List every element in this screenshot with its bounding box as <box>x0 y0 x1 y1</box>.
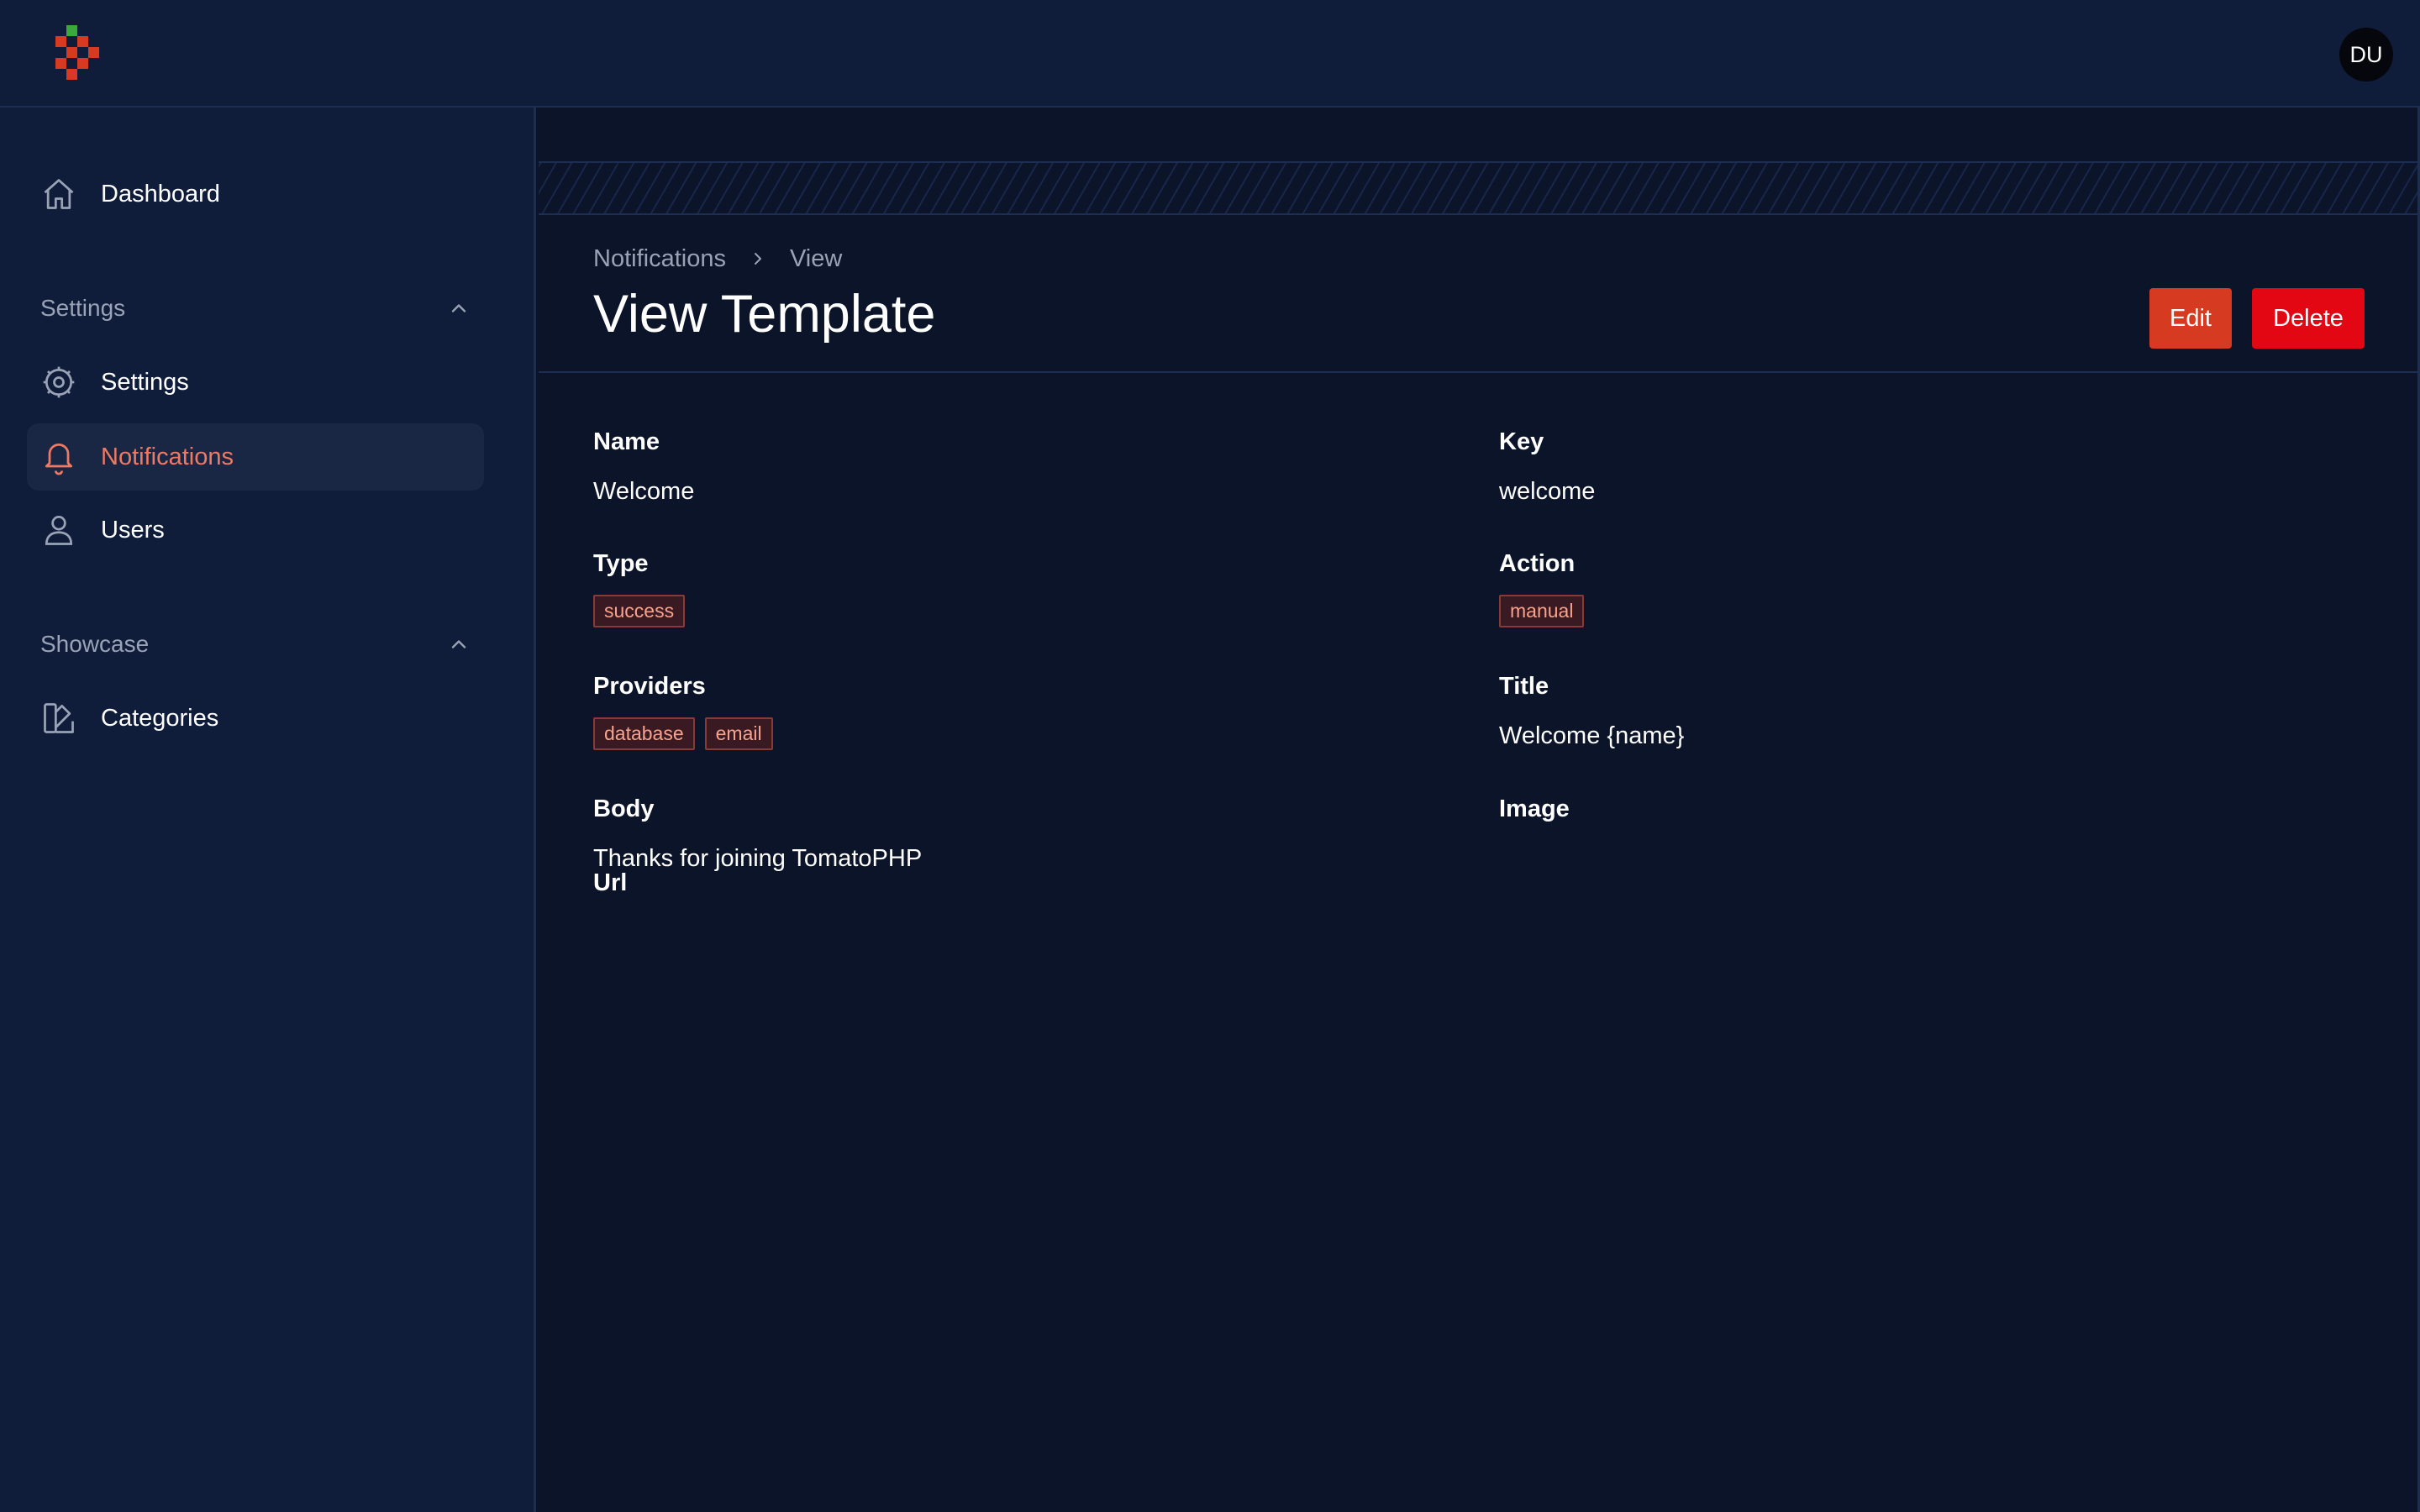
breadcrumb-current: View <box>789 244 843 272</box>
field-label: Name <box>593 428 660 455</box>
field-name: Name Welcome <box>593 428 694 506</box>
sidebar-group-settings[interactable]: Settings <box>40 291 471 325</box>
home-icon <box>44 179 74 209</box>
top-bar: DU <box>0 0 2420 108</box>
type-badge: success <box>593 595 686 627</box>
field-value: welcome <box>1499 478 1596 505</box>
field-type: Type success <box>593 550 686 627</box>
field-providers: Providers database email <box>593 673 773 750</box>
striped-banner <box>539 161 2420 215</box>
field-label: Title <box>1499 673 1549 700</box>
gear-icon <box>43 366 75 398</box>
field-value: Welcome <box>593 478 695 505</box>
field-label: Action <box>1499 550 1576 577</box>
sidebar-item-label: Dashboard <box>101 180 220 207</box>
sidebar-group-label: Showcase <box>40 631 150 657</box>
field-label: Type <box>593 550 649 577</box>
sidebar-item-label: Settings <box>101 368 189 396</box>
field-url: Url <box>593 869 627 897</box>
field-image: Image <box>1499 795 1570 823</box>
sidebar-group-label: Settings <box>40 295 126 321</box>
page-title: View Template <box>593 285 936 344</box>
main-content: Notifications View View Template Edit De… <box>539 108 2420 1512</box>
field-title: Title Welcome {name} <box>1499 673 1684 750</box>
chevron-up-icon <box>451 640 466 648</box>
breadcrumb: Notifications View <box>593 242 842 276</box>
user-icon <box>45 516 73 545</box>
sidebar-item-label: Notifications <box>101 443 234 470</box>
chevron-right-icon <box>754 253 761 265</box>
sidebar-item-users[interactable]: Users <box>27 496 484 564</box>
sidebar-item-label: Categories <box>101 704 219 732</box>
bell-icon <box>45 444 73 475</box>
field-label: Body <box>593 795 655 822</box>
field-label: Image <box>1499 795 1570 822</box>
sidebar-item-dashboard[interactable]: Dashboard <box>27 160 484 228</box>
sidebar-group-showcase[interactable]: Showcase <box>40 627 471 661</box>
field-body: Body Thanks for joining TomatoPHP <box>593 795 922 873</box>
app-logo[interactable] <box>55 25 106 84</box>
field-key: Key welcome <box>1499 428 1595 506</box>
sidebar: Dashboard Settings Settings Notification… <box>0 108 536 1512</box>
edit-button[interactable]: Edit <box>2149 288 2232 349</box>
chevron-up-icon <box>451 304 466 312</box>
provider-badge: database <box>593 717 695 750</box>
field-value: Thanks for joining TomatoPHP <box>593 845 923 872</box>
field-label: Providers <box>593 673 706 700</box>
action-badge: manual <box>1499 595 1585 627</box>
sidebar-item-notifications[interactable]: Notifications <box>27 423 484 491</box>
header-divider <box>539 371 2417 373</box>
sidebar-item-label: Users <box>101 516 165 543</box>
field-action: Action manual <box>1499 550 1585 627</box>
breadcrumb-link-notifications[interactable]: Notifications <box>593 245 726 273</box>
swatch-icon <box>44 703 74 733</box>
sidebar-item-settings[interactable]: Settings <box>27 349 484 416</box>
field-value: Welcome {name} <box>1499 722 1685 749</box>
provider-badge: email <box>704 717 773 750</box>
field-label: Key <box>1499 428 1544 455</box>
field-label: Url <box>593 869 628 896</box>
user-avatar[interactable]: DU <box>2339 28 2393 81</box>
sidebar-item-categories[interactable]: Categories <box>27 685 484 752</box>
delete-button[interactable]: Delete <box>2252 288 2365 349</box>
